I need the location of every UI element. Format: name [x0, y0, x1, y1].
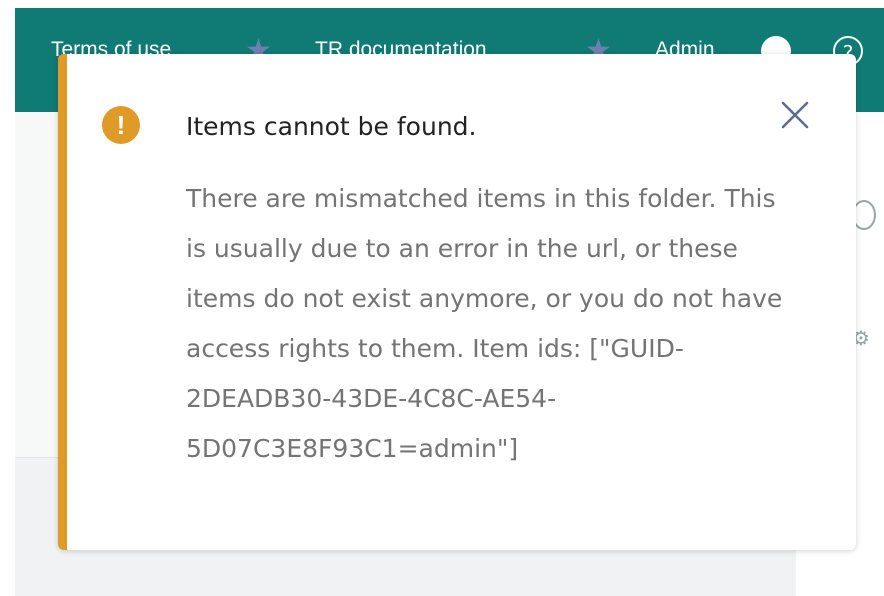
notification-title: Items cannot be found. — [186, 112, 477, 141]
close-icon[interactable] — [778, 98, 812, 132]
notification-message: There are mismatched items in this folde… — [186, 184, 783, 463]
notification-toast: ! Items cannot be found. There are misma… — [58, 54, 856, 550]
exclamation-circle-icon: ! — [102, 106, 140, 144]
notification-accent-bar — [58, 54, 67, 550]
